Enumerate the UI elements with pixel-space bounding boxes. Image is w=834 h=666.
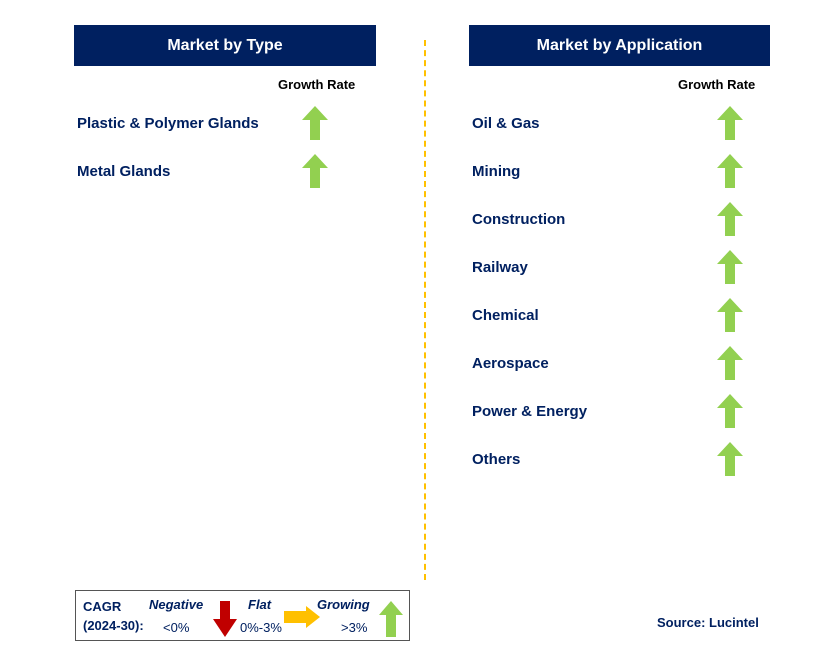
growing-arrow-icon <box>379 601 403 637</box>
legend-period: (2024-30): <box>83 618 144 633</box>
legend-growing: Growing <box>317 597 370 612</box>
growing-arrow-icon <box>717 106 743 140</box>
growing-arrow-icon <box>717 346 743 380</box>
market-by-application-header: Market by Application <box>469 25 770 66</box>
growing-arrow-icon <box>717 442 743 476</box>
growing-arrow-icon <box>302 154 328 188</box>
right-item-label: Chemical <box>472 307 539 324</box>
left-item-label: Metal Glands <box>77 163 171 180</box>
divider <box>424 40 426 580</box>
growing-arrow-icon <box>717 394 743 428</box>
growing-arrow-icon <box>717 202 743 236</box>
left-growth-rate-label: Growth Rate <box>278 77 356 92</box>
legend-growing-range: >3% <box>341 620 368 635</box>
legend-flat-range: 0%-3% <box>240 620 282 635</box>
legend-negative-range: <0% <box>163 620 190 635</box>
right-growth-rate-label: Growth Rate <box>678 77 756 92</box>
growing-arrow-icon <box>717 298 743 332</box>
left-item-label: Plastic & Polymer Glands <box>77 115 259 132</box>
growing-arrow-icon <box>717 250 743 284</box>
right-item-label: Aerospace <box>472 355 549 372</box>
right-item-label: Mining <box>472 163 521 180</box>
negative-arrow-icon <box>213 601 237 637</box>
market-by-type-header: Market by Type <box>74 25 376 66</box>
growing-arrow-icon <box>717 154 743 188</box>
legend-cagr: CAGR <box>83 599 122 614</box>
right-item-label: Oil & Gas <box>472 115 540 132</box>
legend-negative: Negative <box>149 597 204 612</box>
right-item-label: Construction <box>472 211 566 228</box>
right-item-label: Power & Energy <box>472 403 588 420</box>
right-item-label: Railway <box>472 259 528 276</box>
legend-flat: Flat <box>248 597 272 612</box>
legend: CAGR (2024-30): Negative <0% Flat 0%-3% … <box>75 590 410 641</box>
right-item-label: Others <box>472 451 521 468</box>
source: Source: Lucintel <box>657 615 759 630</box>
canvas: Market by Type Market by Application Gro… <box>0 0 834 666</box>
flat-arrow-icon <box>284 606 320 628</box>
growing-arrow-icon <box>302 106 328 140</box>
